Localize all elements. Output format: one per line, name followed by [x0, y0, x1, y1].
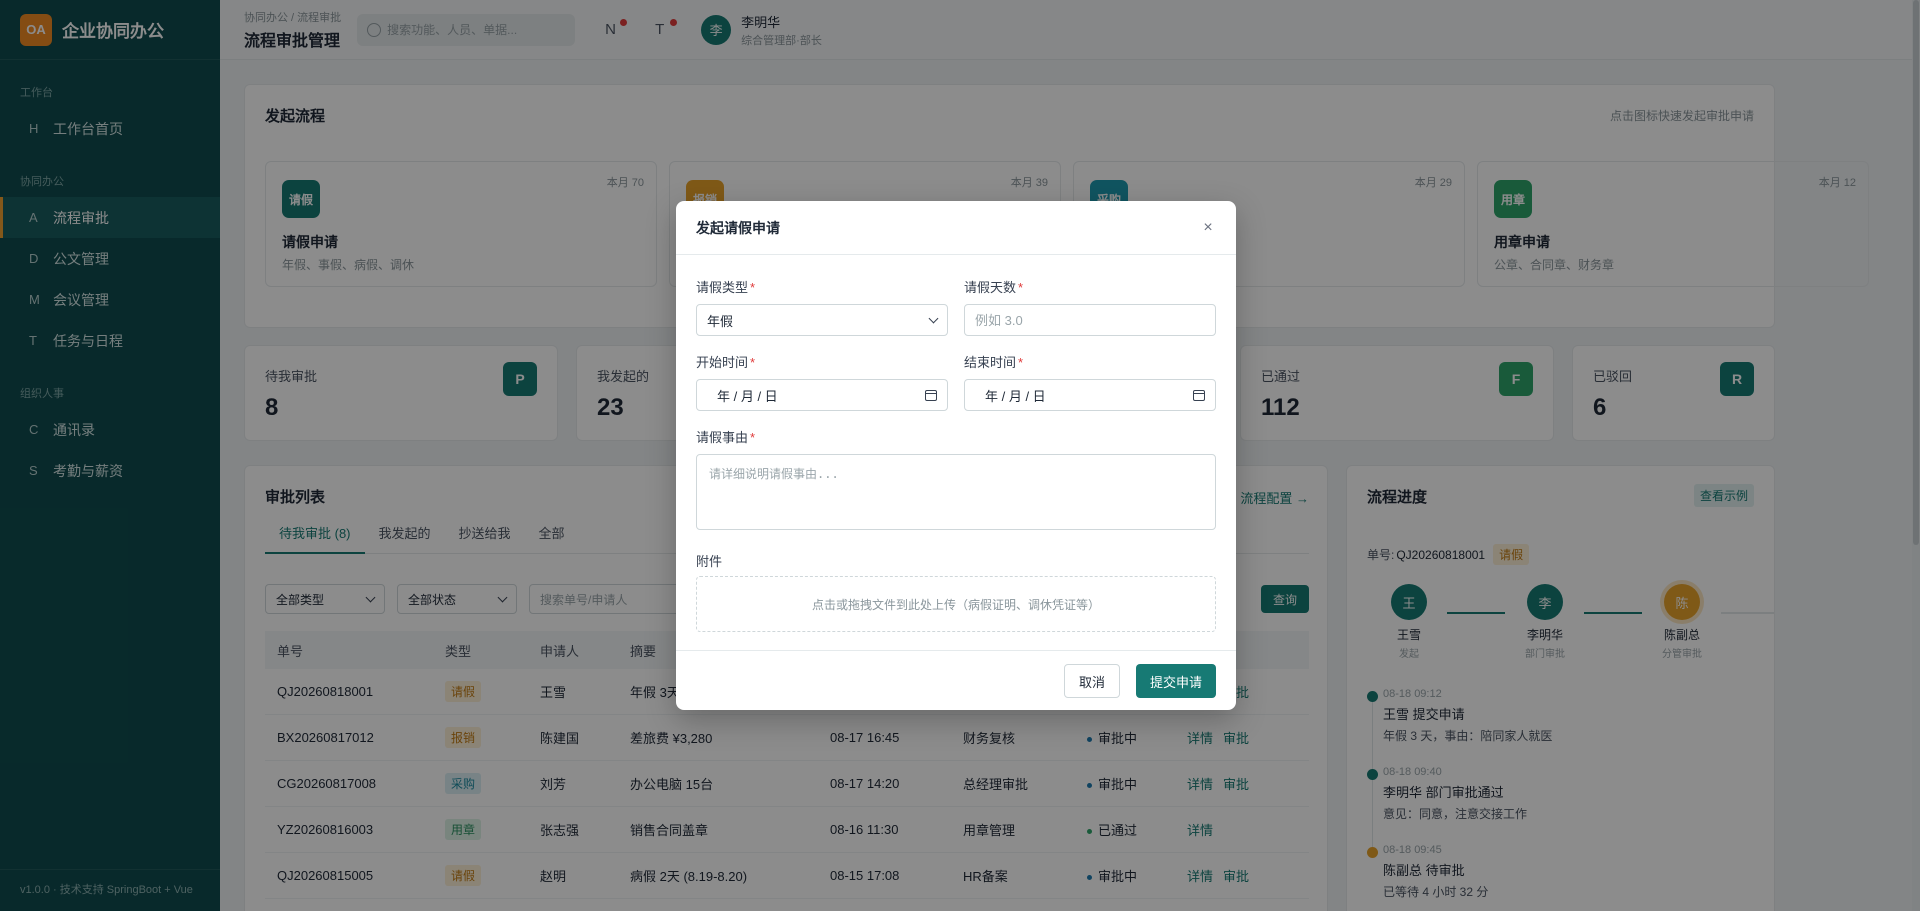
- close-icon[interactable]: ×: [1200, 219, 1216, 237]
- leave-request-modal: 发起请假申请 × 请假类型* 年假 请假天数* 开始时间* 年 / 月 / 日 …: [676, 201, 1236, 710]
- field-label: 请假类型: [696, 280, 749, 295]
- submit-button[interactable]: 提交申请: [1135, 664, 1216, 698]
- required-mark: *: [1018, 280, 1024, 295]
- leave-days-box: [964, 304, 1216, 336]
- leave-type-select[interactable]: 年假: [696, 304, 948, 336]
- required-mark: *: [750, 430, 756, 445]
- leave-type-field: 请假类型 * 年假: [696, 277, 948, 336]
- cancel-button[interactable]: 取消: [1063, 664, 1120, 698]
- reason-textarea[interactable]: [697, 455, 1215, 529]
- required-mark: *: [750, 355, 756, 370]
- field-label: 请假天数: [964, 280, 1017, 295]
- select-value: 年假: [707, 313, 734, 329]
- field-label: 开始时间: [696, 355, 749, 370]
- start-time-field: 开始时间 * 年 / 月 / 日: [696, 352, 948, 411]
- field-label: 附件: [696, 554, 723, 569]
- date-value: 年 / 月 / 日: [985, 388, 1046, 404]
- start-date-input[interactable]: 年 / 月 / 日: [696, 379, 948, 411]
- end-time-field: 结束时间 * 年 / 月 / 日: [964, 352, 1216, 411]
- leave-days-input[interactable]: [975, 312, 1205, 328]
- chevron-down-icon: [928, 313, 939, 323]
- required-mark: *: [1018, 355, 1024, 370]
- date-value: 年 / 月 / 日: [717, 388, 778, 404]
- attachment-field: 附件: [696, 551, 948, 570]
- field-label: 结束时间: [964, 355, 1017, 370]
- reason-field: 请假事由 *: [696, 427, 948, 446]
- file-upload-dropzone[interactable]: 点击或拖拽文件到此处上传（病假证明、调休凭证等）: [696, 576, 1216, 632]
- end-date-input[interactable]: 年 / 月 / 日: [964, 379, 1216, 411]
- reason-box: [696, 454, 1216, 530]
- leave-days-field: 请假天数 *: [964, 277, 1216, 336]
- modal-title: 发起请假申请: [696, 219, 780, 236]
- calendar-icon[interactable]: [925, 389, 937, 401]
- calendar-icon[interactable]: [1193, 389, 1205, 401]
- required-mark: *: [750, 280, 756, 295]
- field-label: 请假事由: [696, 430, 749, 445]
